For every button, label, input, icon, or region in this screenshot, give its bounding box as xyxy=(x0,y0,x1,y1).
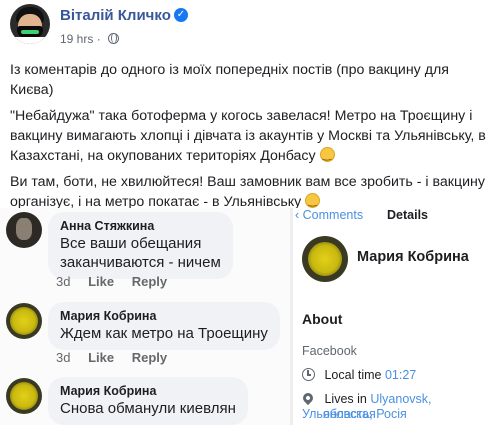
comment-bubble: Мария Кобрина Снова обманули киевлян xyxy=(48,377,248,425)
local-time-value: 01:27 xyxy=(384,368,417,382)
comments-panel: Анна Стяжкина Все ваши обещания заканчив… xyxy=(0,208,290,425)
like-button[interactable]: Like xyxy=(88,274,114,289)
post-paragraph-2: "Небайдужа" така ботоферма у когось заве… xyxy=(10,106,490,166)
commenter-avatar[interactable] xyxy=(6,378,42,414)
post-text: Із коментарів до одного із моїх попередн… xyxy=(10,60,490,218)
post-meta: 19 hrs · xyxy=(60,32,120,46)
back-to-comments-button[interactable]: ‹ Comments xyxy=(295,208,363,222)
comment-text-line: заканчиваются - ничем xyxy=(60,254,221,271)
reply-button[interactable]: Reply xyxy=(132,274,167,289)
lives-in-region-line2[interactable]: область, Росія xyxy=(323,407,407,421)
comment-actions: 3d Like Reply xyxy=(56,274,181,289)
back-label: Comments xyxy=(302,208,364,222)
commenter-avatar[interactable] xyxy=(6,212,42,248)
lives-in-row-continued: область, Росія xyxy=(323,407,407,422)
commenter-avatar[interactable] xyxy=(6,303,42,339)
comment-age: 3d xyxy=(56,350,71,365)
commenter-name[interactable]: Мария Кобрина xyxy=(60,383,236,399)
post-paragraph-1: Із коментарів до одного із моїх попередн… xyxy=(10,62,449,98)
like-button[interactable]: Like xyxy=(88,350,114,365)
commenter-name[interactable]: Мария Кобрина xyxy=(60,308,268,324)
profile-details-panel: ‹ Comments Details Мария Кобрина About F… xyxy=(293,208,497,425)
clock-icon xyxy=(302,368,315,381)
local-time-label: Local time xyxy=(324,368,382,382)
comment-bubble: Анна Стяжкина Все ваши обещания заканчив… xyxy=(48,212,233,279)
details-title: Details xyxy=(387,208,428,222)
comment-bubble: Мария Кобрина Ждем как метро на Троещину xyxy=(48,302,280,350)
comment-text-line: Ждем как метро на Троещину xyxy=(60,325,268,342)
post-header: Віталій Кличко ✓ 19 hrs · xyxy=(0,0,497,54)
author-avatar[interactable] xyxy=(10,4,50,44)
profile-avatar[interactable] xyxy=(302,236,348,282)
comment-age: 3d xyxy=(56,274,71,289)
commenter-name[interactable]: Анна Стяжкина xyxy=(60,218,221,234)
local-time-row: Local time 01:27 xyxy=(302,368,416,383)
comment-text-line: Снова обманули киевлян xyxy=(60,400,236,417)
post-author-name[interactable]: Віталій Кличко xyxy=(60,7,171,24)
globe-icon[interactable] xyxy=(108,33,120,44)
comment-text-line: Все ваши обещания xyxy=(60,235,202,252)
location-pin-icon xyxy=(300,390,316,406)
smile-emoji-icon xyxy=(319,145,335,165)
reply-button[interactable]: Reply xyxy=(132,350,167,365)
lives-in-city[interactable]: Ulyanovsk, xyxy=(370,392,431,406)
about-heading: About xyxy=(302,311,343,327)
comment-actions: 3d Like Reply xyxy=(56,350,181,365)
post-time[interactable]: 19 hrs xyxy=(60,32,93,46)
post-paragraph-3: Ви там, боти, не хвилюйтеся! Ваш замовни… xyxy=(10,172,490,212)
lives-in-label: Lives in xyxy=(324,392,367,406)
profile-source: Facebook xyxy=(302,344,357,358)
chevron-left-icon: ‹ xyxy=(295,208,300,222)
meta-separator: · xyxy=(96,32,101,46)
embedded-screenshot: Анна Стяжкина Все ваши обещания заканчив… xyxy=(0,208,497,425)
smile-emoji-icon xyxy=(305,191,321,211)
profile-name[interactable]: Мария Кобрина xyxy=(357,249,469,265)
verified-badge-icon: ✓ xyxy=(174,8,188,22)
